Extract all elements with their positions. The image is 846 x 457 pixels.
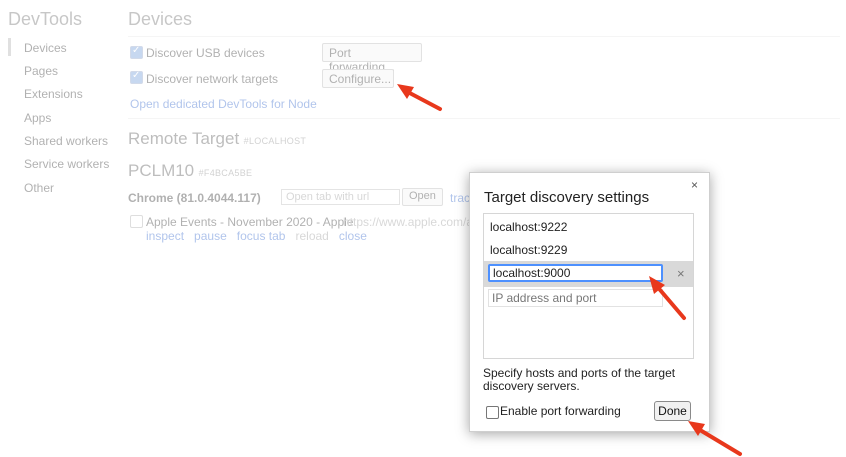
- annotation-arrow-configure: [397, 84, 442, 111]
- annotation-arrows: [397, 84, 742, 456]
- annotation-arrow-done: [688, 421, 742, 456]
- annotation-arrow-host-input: [649, 276, 686, 320]
